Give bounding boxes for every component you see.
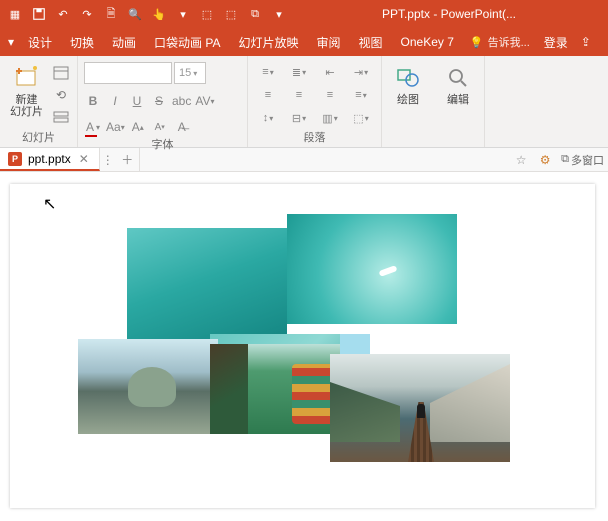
bulb-icon: 💡	[470, 36, 484, 49]
qa-undo-icon[interactable]: ↶	[52, 3, 74, 25]
qa-dd2-icon[interactable]: ▾	[268, 3, 290, 25]
smartart-button[interactable]: ⬚▾	[347, 108, 375, 128]
group-font: 15▾ B I U S abc AV▾ A▾ Aa▾ A▴ A▾ A̶ 字体	[78, 56, 248, 147]
numbering-button[interactable]: ≣▾	[285, 62, 313, 82]
shrink-font-button[interactable]: A▾	[151, 118, 169, 136]
qa-grid-icon[interactable]: ▦	[4, 3, 26, 25]
qa-tool1-icon[interactable]: ⬚	[196, 3, 218, 25]
tab-transitions[interactable]: 切换	[62, 28, 102, 56]
qa-preview-icon[interactable]: 🔍	[124, 3, 146, 25]
tab-menu-button[interactable]: ⋮	[100, 148, 116, 171]
qa-dd-icon[interactable]: ▾	[172, 3, 194, 25]
indent-increase-button[interactable]: ⇥▾	[347, 62, 375, 82]
bullets-button[interactable]: ≡▾	[254, 62, 282, 82]
tab-view[interactable]: 视图	[351, 28, 391, 56]
new-slide-button[interactable]: 新建 幻灯片	[6, 62, 47, 120]
find-icon	[442, 64, 474, 92]
group-paragraph-label: 段落	[254, 129, 375, 145]
group-drawing: 绘图 编辑	[382, 56, 485, 147]
image-ocean-kayak[interactable]	[287, 214, 457, 324]
editing-button[interactable]: 编辑	[438, 62, 478, 108]
tab-review[interactable]: 审阅	[309, 28, 349, 56]
columns-button[interactable]: ▥▾	[316, 108, 344, 128]
font-color-button[interactable]: A▾	[84, 118, 102, 136]
file-menu-caret[interactable]: ▾	[4, 35, 18, 49]
qa-redo-icon[interactable]: ↷	[76, 3, 98, 25]
align-right-button[interactable]: ≡	[316, 85, 344, 105]
share-icon[interactable]: ⇪	[576, 35, 596, 49]
qa-touch-icon[interactable]: 👆	[148, 3, 170, 25]
line-spacing-button[interactable]: ≡▾	[347, 85, 375, 105]
document-tab[interactable]: P ppt.pptx ✕	[0, 148, 100, 171]
tab-onekey[interactable]: OneKey 7	[393, 28, 462, 56]
drawing-button[interactable]: 绘图	[388, 62, 428, 108]
slide-small-tools: ⟲	[51, 62, 71, 126]
tab-slideshow[interactable]: 幻灯片放映	[231, 28, 307, 56]
powerpoint-file-icon: P	[8, 152, 22, 166]
close-tab-button[interactable]: ✕	[77, 152, 91, 166]
new-slide-label: 新建 幻灯片	[10, 94, 43, 118]
new-tab-button[interactable]: ＋	[116, 148, 140, 171]
char-spacing-button[interactable]: AV▾	[195, 92, 214, 110]
image-tropical-signs[interactable]	[210, 344, 340, 434]
sign-in-button[interactable]: 登录	[538, 34, 574, 51]
favorite-icon[interactable]: ☆	[509, 148, 533, 171]
qa-tool2-icon[interactable]: ⬚	[220, 3, 242, 25]
multi-window-button[interactable]: ⧉多窗口	[557, 148, 608, 171]
shadow-button[interactable]: abc	[172, 92, 191, 110]
window-title: PPT.pptx - PowerPoint(...	[294, 7, 604, 21]
tab-animations[interactable]: 动画	[104, 28, 144, 56]
align-center-button[interactable]: ≡	[285, 85, 313, 105]
font-name-combo[interactable]	[84, 62, 172, 84]
new-slide-icon	[11, 64, 43, 92]
align-left-button[interactable]: ≡	[254, 85, 282, 105]
qa-tool3-icon[interactable]: ⧉	[244, 3, 266, 25]
slide-canvas-area[interactable]: ↖	[0, 172, 608, 521]
tell-me-search[interactable]: 💡告诉我...	[464, 34, 536, 50]
title-bar: ▦ ↶ ↷ 🗎 🔍 👆 ▾ ⬚ ⬚ ⧉ ▾ PPT.pptx - PowerPo…	[0, 0, 608, 28]
layout-icon[interactable]	[51, 64, 71, 82]
tab-pocket-anim[interactable]: 口袋动画 PA	[146, 28, 228, 56]
italic-button[interactable]: I	[106, 92, 124, 110]
clear-formatting-button[interactable]: A̶	[173, 118, 191, 136]
ribbon: 新建 幻灯片 ⟲ 幻灯片 15▾ B I U S abc AV▾	[0, 56, 608, 148]
document-tab-label: ppt.pptx	[28, 152, 71, 166]
quick-access-toolbar: ▦ ↶ ↷ 🗎 🔍 👆 ▾ ⬚ ⬚ ⧉ ▾	[4, 3, 290, 25]
slide[interactable]	[10, 184, 595, 508]
qa-doc-icon[interactable]: 🗎	[100, 3, 122, 25]
shapes-icon	[392, 64, 424, 92]
indent-decrease-button[interactable]: ⇤	[316, 62, 344, 82]
qa-save-icon[interactable]	[28, 3, 50, 25]
align-vertical-button[interactable]: ⊟▾	[285, 108, 313, 128]
ribbon-tab-strip: ▾ 设计 切换 动画 口袋动画 PA 幻灯片放映 审阅 视图 OneKey 7 …	[0, 28, 608, 56]
bold-button[interactable]: B	[84, 92, 102, 110]
section-icon[interactable]	[51, 108, 71, 126]
multiwin-icon: ⧉	[561, 153, 569, 166]
group-slides-label: 幻灯片	[6, 129, 71, 145]
underline-button[interactable]: U	[128, 92, 146, 110]
tab-design[interactable]: 设计	[20, 28, 60, 56]
text-direction-button[interactable]: ↕▾	[254, 108, 282, 128]
strikethrough-button[interactable]: S	[150, 92, 168, 110]
document-tab-strip: P ppt.pptx ✕ ⋮ ＋ ☆ ⚙ ⧉多窗口	[0, 148, 608, 172]
reset-icon[interactable]: ⟲	[51, 86, 71, 104]
font-size-combo[interactable]: 15▾	[174, 62, 206, 84]
change-case-button[interactable]: Aa▾	[106, 118, 125, 136]
group-paragraph: ≡▾ ≣▾ ⇤ ⇥▾ ≡ ≡ ≡ ≡▾ ↕▾ ⊟▾ ▥▾ ⬚▾ 段落	[248, 56, 382, 147]
settings-gear-icon[interactable]: ⚙	[533, 148, 557, 171]
group-slides: 新建 幻灯片 ⟲ 幻灯片	[0, 56, 78, 147]
grow-font-button[interactable]: A▴	[129, 118, 147, 136]
image-person-detail	[417, 404, 425, 418]
image-rio-landscape[interactable]	[78, 339, 218, 434]
